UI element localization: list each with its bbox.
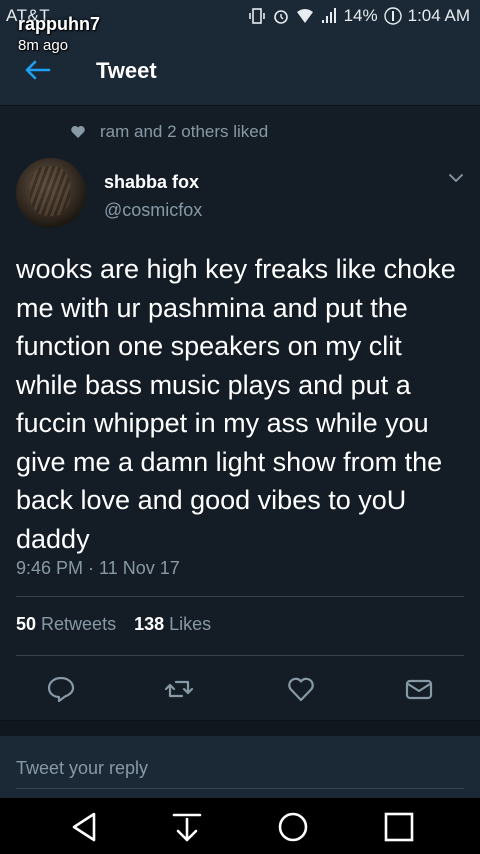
- retweets-stat[interactable]: 50 Retweets: [16, 614, 116, 635]
- signal-icon: [321, 8, 336, 23]
- nav-home-icon[interactable]: [276, 810, 310, 844]
- reply-input[interactable]: Tweet your reply: [16, 758, 148, 779]
- clock: 1:04 AM: [407, 6, 470, 25]
- divider: [16, 655, 464, 656]
- author-handle[interactable]: @cosmicfox: [104, 200, 202, 221]
- reply-underline: [16, 788, 464, 789]
- like-icon[interactable]: [286, 674, 316, 704]
- page-title: Tweet: [96, 58, 157, 83]
- author-name[interactable]: shabba fox: [104, 172, 199, 193]
- social-context: ram and 2 others liked: [70, 122, 268, 142]
- status-icons: 14% 1:04 AM: [248, 6, 470, 26]
- alarm-icon: [273, 10, 288, 24]
- nav-recents-icon[interactable]: [382, 810, 416, 844]
- reply-composer[interactable]: Tweet your reply: [0, 736, 480, 798]
- heart-icon: [71, 126, 85, 138]
- snap-time-ago: 8m ago: [18, 37, 69, 54]
- wifi-icon: [296, 9, 313, 23]
- message-icon[interactable]: [404, 674, 434, 704]
- vibrate-icon: [248, 8, 265, 24]
- snap-username: rappuhn7: [18, 14, 101, 34]
- social-context-label: ram and 2 others liked: [100, 122, 269, 141]
- chevron-down-icon[interactable]: [448, 172, 464, 184]
- tweet-timestamp: 9:46 PM · 11 Nov 17: [16, 558, 180, 578]
- reply-icon[interactable]: [46, 674, 76, 704]
- separator: [0, 720, 480, 736]
- likes-count: 138: [134, 614, 165, 634]
- app-header: Tweet: [0, 34, 480, 106]
- tweet-text: wooks are high key freaks like choke me …: [16, 254, 456, 554]
- tweet-stats: 50 Retweets 138 Likes: [16, 614, 211, 635]
- back-arrow-icon[interactable]: [22, 58, 52, 82]
- retweets-count: 50: [16, 614, 37, 634]
- battery-icon: [383, 7, 402, 25]
- battery-percent: 14%: [343, 6, 378, 25]
- nav-down-icon[interactable]: [170, 810, 204, 844]
- retweet-icon[interactable]: [164, 674, 194, 704]
- system-nav-bar: [0, 798, 480, 854]
- avatar[interactable]: [16, 158, 86, 228]
- divider: [16, 596, 464, 597]
- nav-back-icon[interactable]: [68, 810, 102, 844]
- likes-label: Likes: [169, 614, 212, 634]
- retweets-label: Retweets: [41, 614, 117, 634]
- likes-stat[interactable]: 138 Likes: [134, 614, 211, 635]
